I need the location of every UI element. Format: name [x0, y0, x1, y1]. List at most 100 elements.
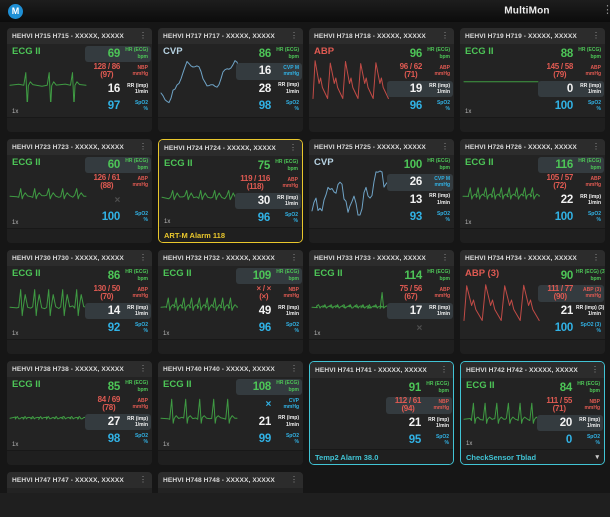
vital-label: ABP mmHg	[576, 65, 601, 78]
patient-tile-h747[interactable]: HEHVI H747 H747 - XXXXX, XXXXX ⋮	[7, 472, 152, 493]
patient-id: HEHVI H741 H741 - XXXXX, XXXXX	[315, 366, 427, 374]
vital-label-unit: 1/min	[134, 311, 148, 318]
patient-tile-h748[interactable]: HEHVI H748 H748 - XXXXX, XXXXX ⋮	[158, 472, 303, 493]
kebab-menu-icon[interactable]: ⋮	[439, 254, 451, 262]
kebab-menu-icon[interactable]: ⋮	[438, 366, 450, 374]
tile-header: HEHVI H734 H734 - XXXXX, XXXXX ⋮	[460, 250, 605, 266]
vital-label-unit: mmHg	[283, 293, 299, 300]
kebab-menu-icon[interactable]: ⋮	[288, 476, 300, 484]
patient-tile-h733[interactable]: HEHVI H733 H733 - XXXXX, XXXXX ⋮ ECG II 1x 1…	[309, 250, 454, 354]
vital-label-unit: 1/min	[435, 423, 449, 430]
patient-tile-h734[interactable]: HEHVI H734 H734 - XXXXX, XXXXX ⋮ ABP (3) 90…	[460, 250, 605, 354]
vital-label-unit: %	[294, 328, 299, 335]
vital-label-unit: %	[294, 439, 299, 446]
vital-label: HR (ECG) bpm	[425, 47, 450, 60]
patient-tile-h724[interactable]: HEHVI H724 H724 - XXXXX, XXXXX ⋮ ECG II 1x 7…	[158, 139, 303, 243]
patient-tile-h738[interactable]: HEHVI H738 H738 - XXXXX, XXXXX ⋮ ECG II 1x 8…	[7, 361, 152, 465]
vital-value: 96 / 62 (71)	[400, 62, 423, 81]
vital-label: SpO2%	[123, 211, 148, 224]
patient-tile-h732[interactable]: HEHVI H732 H732 - XXXXX, XXXXX ⋮ ECG II 1x 1…	[158, 250, 303, 354]
vital-spo2: 98 SpO2%	[236, 98, 302, 115]
vital-value-mean: (97)	[100, 70, 114, 80]
vital-label: HR (ECG) bpm	[576, 47, 601, 60]
vital-value: 84 / 69 (78)	[98, 395, 121, 414]
kebab-menu-icon[interactable]: ⋮	[590, 32, 602, 40]
kebab-menu-icon[interactable]: ⋮	[590, 143, 602, 151]
kebab-menu-icon[interactable]: ⋮	[287, 144, 299, 152]
overflow-menu-icon[interactable]: ⋮	[602, 3, 610, 16]
vital-label-unit: mmHg	[434, 71, 450, 78]
tile-body: ECG II 1x 84 HR (ECG) bpm 111 / 55 (71) NBP mmHg…	[461, 378, 604, 449]
vital-value: 90	[560, 269, 574, 282]
kebab-menu-icon[interactable]: ⋮	[589, 366, 601, 374]
vital-value: 22	[560, 194, 574, 207]
tile-body: ECG II 1x 85 HR (ECG) bpm 84 / 69 (78) ABP mmHg 2…	[7, 377, 152, 450]
patient-tile-h740[interactable]: HEHVI H740 H740 - XXXXX, XXXXX ⋮ ECG II 1x 1…	[158, 361, 303, 465]
kebab-menu-icon[interactable]: ⋮	[590, 254, 602, 262]
patient-tile-h717[interactable]: HEHVI H717 H717 - XXXXX, XXXXX ⋮ CVP 86 HR (…	[158, 28, 303, 132]
abp-waveform	[312, 60, 389, 99]
vital-value: 85	[107, 380, 121, 393]
patient-tile-h718[interactable]: HEHVI H718 H718 - XXXXX, XXXXX ⋮ ABP 96 HR (…	[309, 28, 454, 132]
vital-label-unit: bpm	[288, 386, 299, 393]
kebab-menu-icon[interactable]: ⋮	[137, 32, 149, 40]
vital-value-mean: (79)	[553, 70, 567, 80]
vital-hr: 109 HR (ECG) bpm	[236, 267, 302, 284]
vital-hr: 75 HR (ECG) bpm	[235, 158, 301, 174]
kebab-menu-icon[interactable]: ⋮	[137, 365, 149, 373]
kebab-menu-icon[interactable]: ⋮	[137, 476, 149, 484]
patient-tile-h723[interactable]: HEHVI H723 H723 - XXXXX, XXXXX ⋮ ECG II 1x 6…	[7, 139, 152, 243]
vital-label: ABP (3) mmHg	[576, 287, 601, 300]
vital-label-unit: mmHg	[282, 183, 298, 190]
vital-value: 60	[107, 158, 121, 171]
vital-value: 84	[559, 381, 573, 394]
vital-spo2: 100 SpO2 (3)%	[538, 320, 604, 336]
tile-body: ABP 96 HR (ECG) bpm 96 / 62 (71) ABP mmHg 19 RR (…	[309, 44, 454, 117]
vital-label-unit: mmHg	[132, 182, 148, 189]
tile-header: HEHVI H725 H725 - XXXXX, XXXXX ⋮	[309, 139, 454, 155]
vital-value: 21	[408, 417, 422, 430]
patient-id: HEHVI H723 H723 - XXXXX, XXXXX	[12, 143, 124, 151]
patient-tile-h742[interactable]: HEHVI H742 H742 - XXXXX, XXXXX ⋮ ECG II 1x 8…	[460, 361, 605, 465]
chevron-down-icon[interactable]: ▾	[595, 453, 599, 461]
kebab-menu-icon[interactable]: ⋮	[137, 254, 149, 262]
kebab-menu-icon[interactable]: ⋮	[439, 32, 451, 40]
vital-label-unit: 1/min	[587, 89, 601, 96]
vital-hr: 100 HR (ECG) bpm	[387, 157, 453, 174]
vital-label: SpO2%	[424, 434, 449, 447]
vital-label: HR (ECG) bpm	[123, 158, 148, 171]
tile-footer	[158, 339, 303, 354]
vital-label-name: HR (ECG)	[427, 47, 450, 54]
kebab-menu-icon[interactable]: ⋮	[288, 254, 300, 262]
patient-tile-h741[interactable]: HEHVI H741 H741 - XXXXX, XXXXX ⋮ 91 HR (ECG…	[309, 361, 454, 465]
tile-header: HEHVI H726 H726 - XXXXX, XXXXX ⋮	[460, 139, 605, 155]
patient-tile-h726[interactable]: HEHVI H726 H726 - XXXXX, XXXXX ⋮ ECG II 1x 1…	[460, 139, 605, 243]
patient-tile-h730[interactable]: HEHVI H730 H730 - XXXXX, XXXXX ⋮ ECG II 1x 8…	[7, 250, 152, 354]
sweep-speed: 1x	[465, 220, 472, 226]
vital-value: 111 / 55 (71)	[546, 396, 572, 415]
vital-hr: 96 HR (ECG) bpm	[387, 46, 453, 62]
patient-tile-h715[interactable]: HEHVI H715 H715 - XXXXX, XXXXX ⋮ ECG II 1x 6…	[7, 28, 152, 132]
vital-value: 96	[409, 47, 423, 60]
vital-cvp: 16 CVP MmmHg	[236, 63, 302, 80]
kebab-menu-icon[interactable]: ⋮	[137, 143, 149, 151]
patient-id: HEHVI H725 H725 - XXXXX, XXXXX	[314, 143, 426, 151]
kebab-menu-icon[interactable]: ⋮	[288, 365, 300, 373]
vital-label-unit: bpm	[439, 275, 450, 282]
abp-waveform	[463, 284, 540, 321]
vital-label: ABP mmHg	[123, 398, 148, 411]
vital-label-unit: 1/min	[285, 421, 299, 428]
vital-value: 0	[566, 83, 573, 96]
patient-tile-h725[interactable]: HEHVI H725 H725 - XXXXX, XXXXX ⋮ CVP 100 HR …	[309, 139, 454, 243]
vitals-column: 96 HR (ECG) bpm 96 / 62 (71) ABP mmHg 19 RR (imp…	[387, 45, 453, 115]
tile-header: HEHVI H747 H747 - XXXXX, XXXXX ⋮	[7, 472, 152, 488]
tile-header: HEHVI H730 H730 - XXXXX, XXXXX ⋮	[7, 250, 152, 266]
vital-label: NBP mmHg	[424, 399, 449, 412]
vitals-column: 69 HR (ECG) bpm 128 / 86 (97) NBP mmHg 16 RR (im…	[85, 45, 151, 115]
vital-value: 98	[258, 100, 272, 113]
kebab-menu-icon[interactable]: ⋮	[439, 143, 451, 151]
kebab-menu-icon[interactable]: ⋮	[288, 32, 300, 40]
vital-value: 26	[409, 176, 423, 189]
vital-abp: 105 / 57 (72) ABP mmHg	[538, 173, 604, 192]
patient-tile-h719[interactable]: HEHVI H719 H719 - XXXXX, XXXXX ⋮ ECG II 1x 8…	[460, 28, 605, 132]
